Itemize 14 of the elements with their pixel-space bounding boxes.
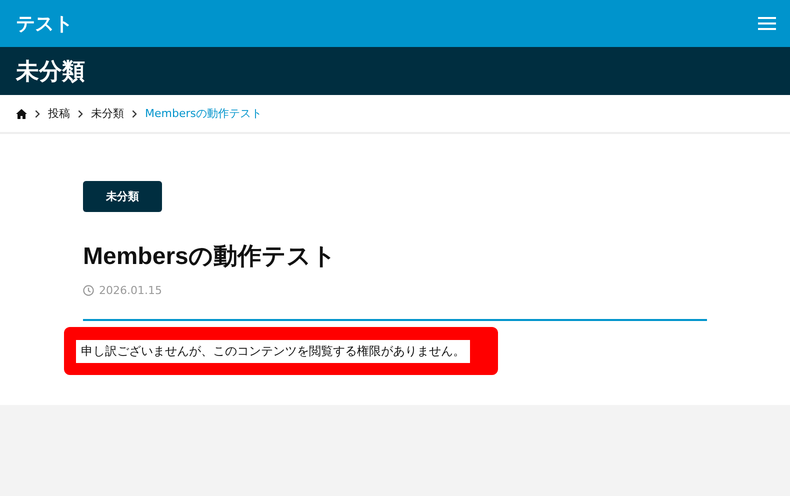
breadcrumb-link[interactable]: 投稿 [48, 106, 70, 121]
clock-icon [83, 285, 94, 296]
breadcrumb-link[interactable]: 未分類 [91, 106, 124, 121]
post-date: 2026.01.15 [99, 284, 162, 297]
home-icon[interactable] [16, 108, 27, 118]
chevron-icon [132, 110, 137, 118]
category-title: 未分類 [16, 58, 85, 86]
breadcrumb-link[interactable]: Membersの動作テスト [145, 106, 262, 121]
post-title: Membersの動作テスト [83, 242, 336, 272]
chevron-icon [78, 110, 83, 118]
access-denied-message: 申し訳ございませんが、このコンテンツを閲覧する権限がありません。 [76, 340, 470, 362]
category-tag[interactable]: 未分類 [83, 181, 162, 212]
chevron-icon [35, 110, 40, 118]
menu-icon[interactable] [758, 17, 776, 30]
